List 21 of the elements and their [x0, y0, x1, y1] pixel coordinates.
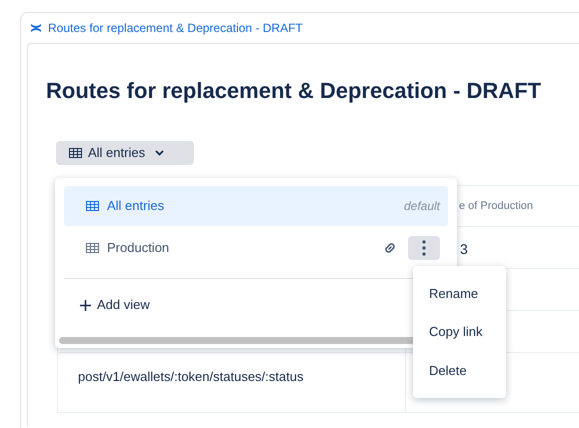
- default-label: default: [404, 198, 440, 215]
- table-icon: [86, 243, 99, 253]
- app-logo-icon: [30, 22, 42, 34]
- page-title: Routes for replacement & Deprecation - DRAFT: [46, 77, 542, 105]
- more-icon: [422, 240, 426, 256]
- view-menu-item[interactable]: Production: [64, 228, 448, 268]
- plus-icon: [80, 300, 91, 310]
- column-header: e of Production: [459, 198, 533, 214]
- table-cell: post/v1/ewallets/:token/statuses/:status: [78, 369, 304, 384]
- breadcrumb-link[interactable]: Routes for replacement & Deprecation - DRAFT: [48, 19, 303, 37]
- table-icon: [86, 201, 99, 211]
- view-selector-button[interactable]: All entries: [56, 141, 194, 165]
- menu-item[interactable]: Delete: [413, 360, 506, 380]
- table-cell: 3: [460, 241, 468, 257]
- menu-item[interactable]: Rename: [413, 284, 506, 304]
- more-button[interactable]: [408, 236, 440, 260]
- view-menu-item[interactable]: All entries default: [64, 186, 448, 226]
- menu-item[interactable]: Copy link: [413, 322, 506, 342]
- table-icon: [69, 148, 82, 158]
- add-view-button[interactable]: Add view: [64, 279, 150, 331]
- chevron-down-icon: [155, 150, 164, 156]
